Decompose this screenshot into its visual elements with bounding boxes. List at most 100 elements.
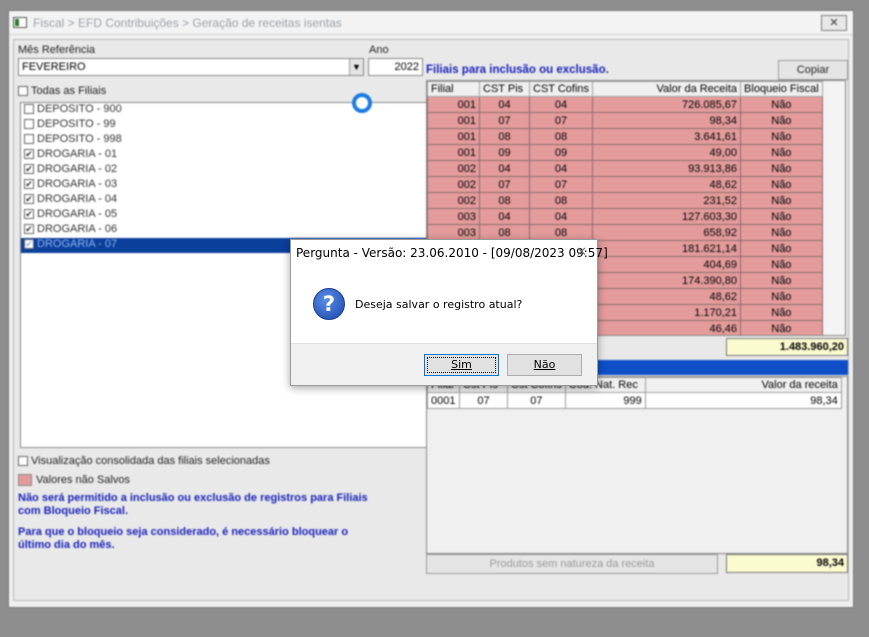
table-cell: Não <box>740 288 823 305</box>
sim-button[interactable]: Sim <box>424 354 499 376</box>
filial-list-item[interactable]: ✔ DROGARIA - 03 <box>21 178 427 193</box>
filial-list-item[interactable]: ✔ DROGARIA - 04 <box>21 193 427 208</box>
checked-checkbox-icon[interactable]: ✔ <box>24 179 34 190</box>
pergunta-dialog: Pergunta - Versão: 23.06.2010 - [09/08/2… <box>290 239 608 386</box>
grid-column-header[interactable]: Valor da Receita <box>592 81 742 97</box>
chevron-down-icon[interactable]: ▼ <box>349 59 363 75</box>
filial-label: DROGARIA - 04 <box>37 193 118 205</box>
table-cell: 93.913,86 <box>592 160 742 177</box>
table-cell: 48,62 <box>592 288 742 305</box>
table-cell: 003 <box>427 208 480 225</box>
table-cell: Não <box>740 320 823 335</box>
dialog-footer: Sim Não <box>291 343 597 385</box>
table-row[interactable]: 001 08 08 3.641,61 Não <box>427 128 823 145</box>
mes-referencia-select[interactable]: FEVEREIRO ▼ <box>18 58 364 76</box>
nao-salvos-label: Valores não Salvos <box>36 474 130 486</box>
table-cell: 07 <box>528 176 594 193</box>
table-row[interactable]: 001 07 07 98,34 Não <box>427 112 823 129</box>
checkbox-icon[interactable] <box>18 456 28 467</box>
table-cell: 07 <box>479 112 530 129</box>
filial-list-item[interactable]: DEPOSITO - 99 <box>21 118 427 133</box>
table-cell: 46,46 <box>592 320 742 335</box>
table-cell: Não <box>740 240 823 257</box>
filial-label: DROGARIA - 05 <box>37 208 118 220</box>
table-cell: Não <box>740 304 823 321</box>
window-close-button[interactable]: ✕ <box>821 15 847 31</box>
table-row[interactable]: 0001 07 07 999 98,34 <box>427 392 842 409</box>
filial-label: DEPOSITO - 998 <box>37 133 122 145</box>
table-cell: 04 <box>479 160 530 177</box>
table-cell: 231,52 <box>592 192 742 209</box>
filial-list-item[interactable]: DEPOSITO - 998 <box>21 133 427 148</box>
filial-label: DROGARIA - 02 <box>37 163 118 175</box>
checked-checkbox-icon[interactable]: ✔ <box>24 209 34 220</box>
table-cell: 04 <box>479 208 530 225</box>
table-cell: 001 <box>427 128 480 145</box>
filial-list-item[interactable]: ✔ DROGARIA - 02 <box>21 163 427 178</box>
dialog-message: Deseja salvar o registro atual? <box>355 298 523 311</box>
grid-column-header[interactable]: CST Cofins <box>528 81 594 97</box>
grid-column-header[interactable]: Valor da receita <box>644 377 842 393</box>
table-cell: 07 <box>479 176 530 193</box>
table-row[interactable]: 002 04 04 93.913,86 Não <box>427 160 823 177</box>
table-cell: 999 <box>564 392 646 409</box>
aviso-bloqueio-text: Não será permitido a inclusão ou exclusã… <box>18 492 368 517</box>
table-cell: 09 <box>479 144 530 161</box>
table-row[interactable]: 001 04 04 726.085,67 Não <box>427 96 823 113</box>
grid-column-header[interactable]: Filial <box>427 81 480 97</box>
filial-list-item[interactable]: ✔ DROGARIA - 05 <box>21 208 427 223</box>
table-cell: 001 <box>427 96 480 113</box>
ano-field[interactable]: 2022 <box>368 58 423 76</box>
table-cell: Não <box>740 256 823 273</box>
todas-filiais-label: Todas as Filiais <box>31 85 107 97</box>
checked-checkbox-icon[interactable]: ✔ <box>24 224 34 235</box>
consolidada-checkbox[interactable]: Visualização consolidada das filiais sel… <box>18 455 270 467</box>
close-icon[interactable]: ✕ <box>576 245 587 260</box>
table-cell: 04 <box>528 208 594 225</box>
filial-list-item[interactable]: ✔ DROGARIA - 01 <box>21 148 427 163</box>
table-cell: Não <box>740 128 823 145</box>
mes-referencia-value: FEVEREIRO <box>22 61 86 73</box>
ano-label: Ano <box>369 44 389 56</box>
table-row[interactable]: 003 04 04 127.603,30 Não <box>427 208 823 225</box>
copiar-button[interactable]: Copiar <box>778 60 848 80</box>
todas-filiais-checkbox[interactable]: Todas as Filiais <box>18 85 106 97</box>
table-cell: 07 <box>507 392 566 409</box>
filial-list-item[interactable]: ✔ DROGARIA - 06 <box>21 223 427 238</box>
table-cell: 04 <box>528 160 594 177</box>
table-row[interactable]: 002 07 07 48,62 Não <box>427 176 823 193</box>
table-row[interactable]: 002 08 08 231,52 Não <box>427 192 823 209</box>
checkbox-icon[interactable] <box>24 104 34 115</box>
table-row[interactable]: 001 09 09 49,00 Não <box>427 144 823 161</box>
table-cell: 07 <box>528 112 594 129</box>
total-natureza-value: 98,34 <box>726 554 848 573</box>
table-cell: 49,00 <box>592 144 742 161</box>
grid-column-header[interactable]: Bloqueio Fiscal <box>740 81 823 97</box>
title-bar: Fiscal > EFD Contribuições > Geração de … <box>9 11 853 35</box>
natureza-grid[interactable]: FilialCst PisCst CofinsCod. Nat. RecValo… <box>426 376 848 554</box>
nao-button[interactable]: Não <box>507 354 582 376</box>
table-cell: 658,92 <box>592 224 742 241</box>
checked-checkbox-icon[interactable]: ✔ <box>24 164 34 175</box>
checkbox-icon[interactable] <box>24 119 34 130</box>
table-cell: 07 <box>459 392 508 409</box>
table-cell: Não <box>740 208 823 225</box>
table-cell: Não <box>740 112 823 129</box>
table-cell: Não <box>740 192 823 209</box>
table-cell: 002 <box>427 192 480 209</box>
grid-column-header[interactable]: CST Pis <box>479 81 530 97</box>
produtos-sem-natureza-button[interactable]: Produtos sem natureza da receita <box>426 554 718 574</box>
question-icon: ? <box>313 288 345 320</box>
nao-salvos-legend: Valores não Salvos <box>18 474 130 487</box>
checked-checkbox-icon[interactable]: ✔ <box>24 194 34 205</box>
checkbox-icon[interactable] <box>18 86 28 97</box>
table-cell: 48,62 <box>592 176 742 193</box>
table-cell: 001 <box>427 112 480 129</box>
filiais-inclusao-heading: Filiais para inclusão ou exclusão. <box>426 64 609 76</box>
table-cell: 09 <box>528 144 594 161</box>
checked-checkbox-icon[interactable]: ✔ <box>24 149 34 160</box>
checked-checkbox-icon[interactable]: ✔ <box>24 239 34 250</box>
checkbox-icon[interactable] <box>24 134 34 145</box>
filial-label: DROGARIA - 03 <box>37 178 118 190</box>
dialog-title: Pergunta - Versão: 23.06.2010 - [09/08/2… <box>296 246 608 260</box>
